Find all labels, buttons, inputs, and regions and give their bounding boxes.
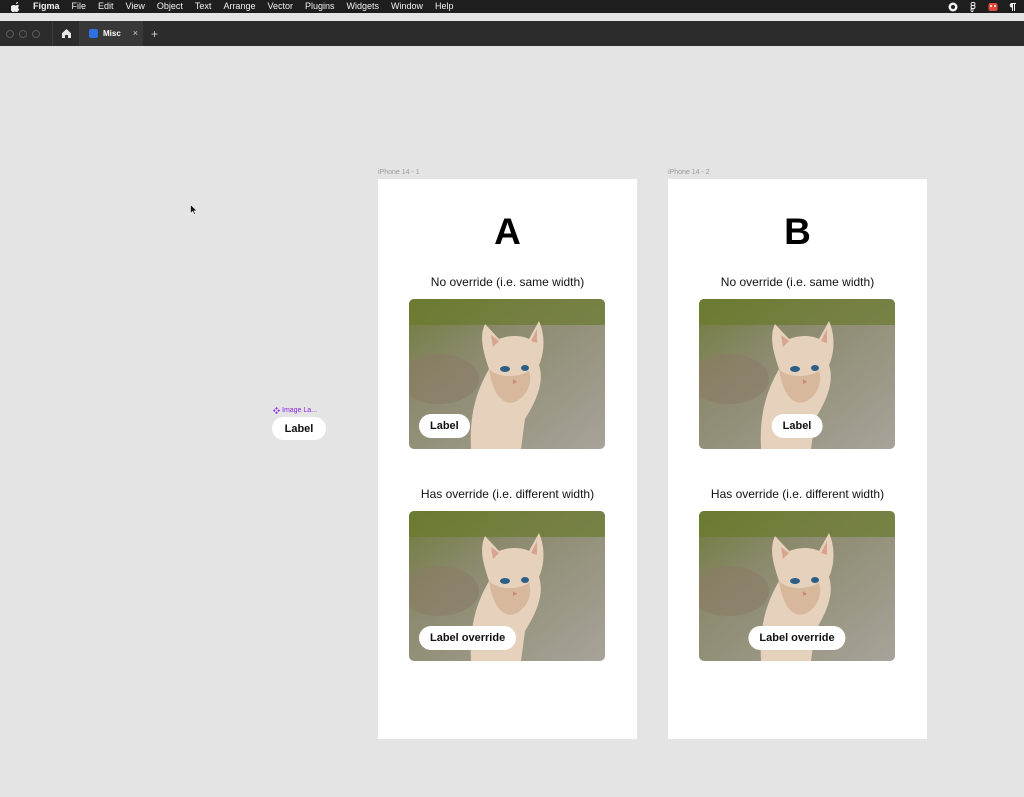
menu-vector[interactable]: Vector — [267, 0, 293, 13]
apple-icon[interactable] — [11, 1, 21, 12]
component-icon — [273, 407, 280, 414]
component-name: Image La... — [282, 407, 318, 414]
close-window-button[interactable] — [6, 29, 14, 38]
tab-title: Misc — [103, 29, 121, 38]
paragraph-icon[interactable] — [1008, 2, 1018, 12]
caption-bottom: Has override (i.e. different width) — [710, 487, 885, 501]
menu-plugins[interactable]: Plugins — [305, 0, 335, 13]
image-label-component[interactable]: Label — [272, 417, 326, 440]
app-badge-icon[interactable] — [988, 2, 998, 12]
caption-top: No override (i.e. same width) — [430, 275, 585, 289]
menubar: Figma File Edit View Object Text Arrange… — [0, 0, 1024, 13]
component-name-tag[interactable]: Image La... — [273, 407, 317, 414]
image-card-bottom[interactable]: Label override — [699, 511, 895, 661]
menu-arrange[interactable]: Arrange — [223, 0, 255, 13]
window-controls — [6, 29, 40, 38]
design-file-icon — [89, 29, 98, 38]
image-label-pill-override[interactable]: Label override — [419, 626, 517, 650]
image-label-pill-override[interactable]: Label override — [748, 626, 846, 650]
close-tab-icon[interactable]: × — [133, 28, 138, 38]
menu-file[interactable]: File — [72, 0, 87, 13]
frame-name-iphone-14-1[interactable]: iPhone 14 - 1 — [378, 169, 420, 176]
new-tab-button[interactable]: + — [151, 27, 158, 41]
caption-bottom: Has override (i.e. different width) — [420, 487, 595, 501]
menu-window[interactable]: Window — [391, 0, 423, 13]
menu-help[interactable]: Help — [435, 0, 454, 13]
record-icon[interactable] — [948, 2, 958, 12]
mouse-cursor-icon — [190, 204, 198, 215]
image-card-top[interactable]: Label — [699, 299, 895, 449]
frame-iphone-14-1[interactable]: A No override (i.e. same width) Label Ha… — [378, 179, 637, 739]
image-card-top[interactable]: Label — [409, 299, 605, 449]
image-card-bottom[interactable]: Label override — [409, 511, 605, 661]
caption-top: No override (i.e. same width) — [720, 275, 875, 289]
frame-heading: A — [494, 211, 521, 252]
frame-iphone-14-2[interactable]: B No override (i.e. same width) Label Ha… — [668, 179, 927, 739]
design-canvas[interactable]: Image La... Label iPhone 14 - 1 A No ove… — [0, 46, 1024, 797]
home-button[interactable] — [52, 21, 80, 46]
tab-bar: Misc × + — [0, 21, 1024, 46]
menu-text[interactable]: Text — [195, 0, 212, 13]
maximize-window-button[interactable] — [32, 29, 40, 38]
frame-heading: B — [784, 211, 811, 252]
minimize-window-button[interactable] — [19, 29, 27, 38]
menu-app-figma[interactable]: Figma — [33, 0, 60, 13]
menubar-tray — [948, 0, 1018, 13]
menu-view[interactable]: View — [126, 0, 145, 13]
figma-icon[interactable] — [968, 1, 978, 12]
image-label-pill[interactable]: Label — [771, 414, 823, 438]
image-label-pill[interactable]: Label — [419, 414, 470, 438]
tab-misc[interactable]: Misc × — [80, 21, 143, 46]
frame-name-iphone-14-2[interactable]: iPhone 14 - 2 — [668, 169, 710, 176]
home-icon — [61, 29, 71, 38]
menu-object[interactable]: Object — [157, 0, 183, 13]
menu-widgets[interactable]: Widgets — [347, 0, 380, 13]
menu-edit[interactable]: Edit — [98, 0, 114, 13]
